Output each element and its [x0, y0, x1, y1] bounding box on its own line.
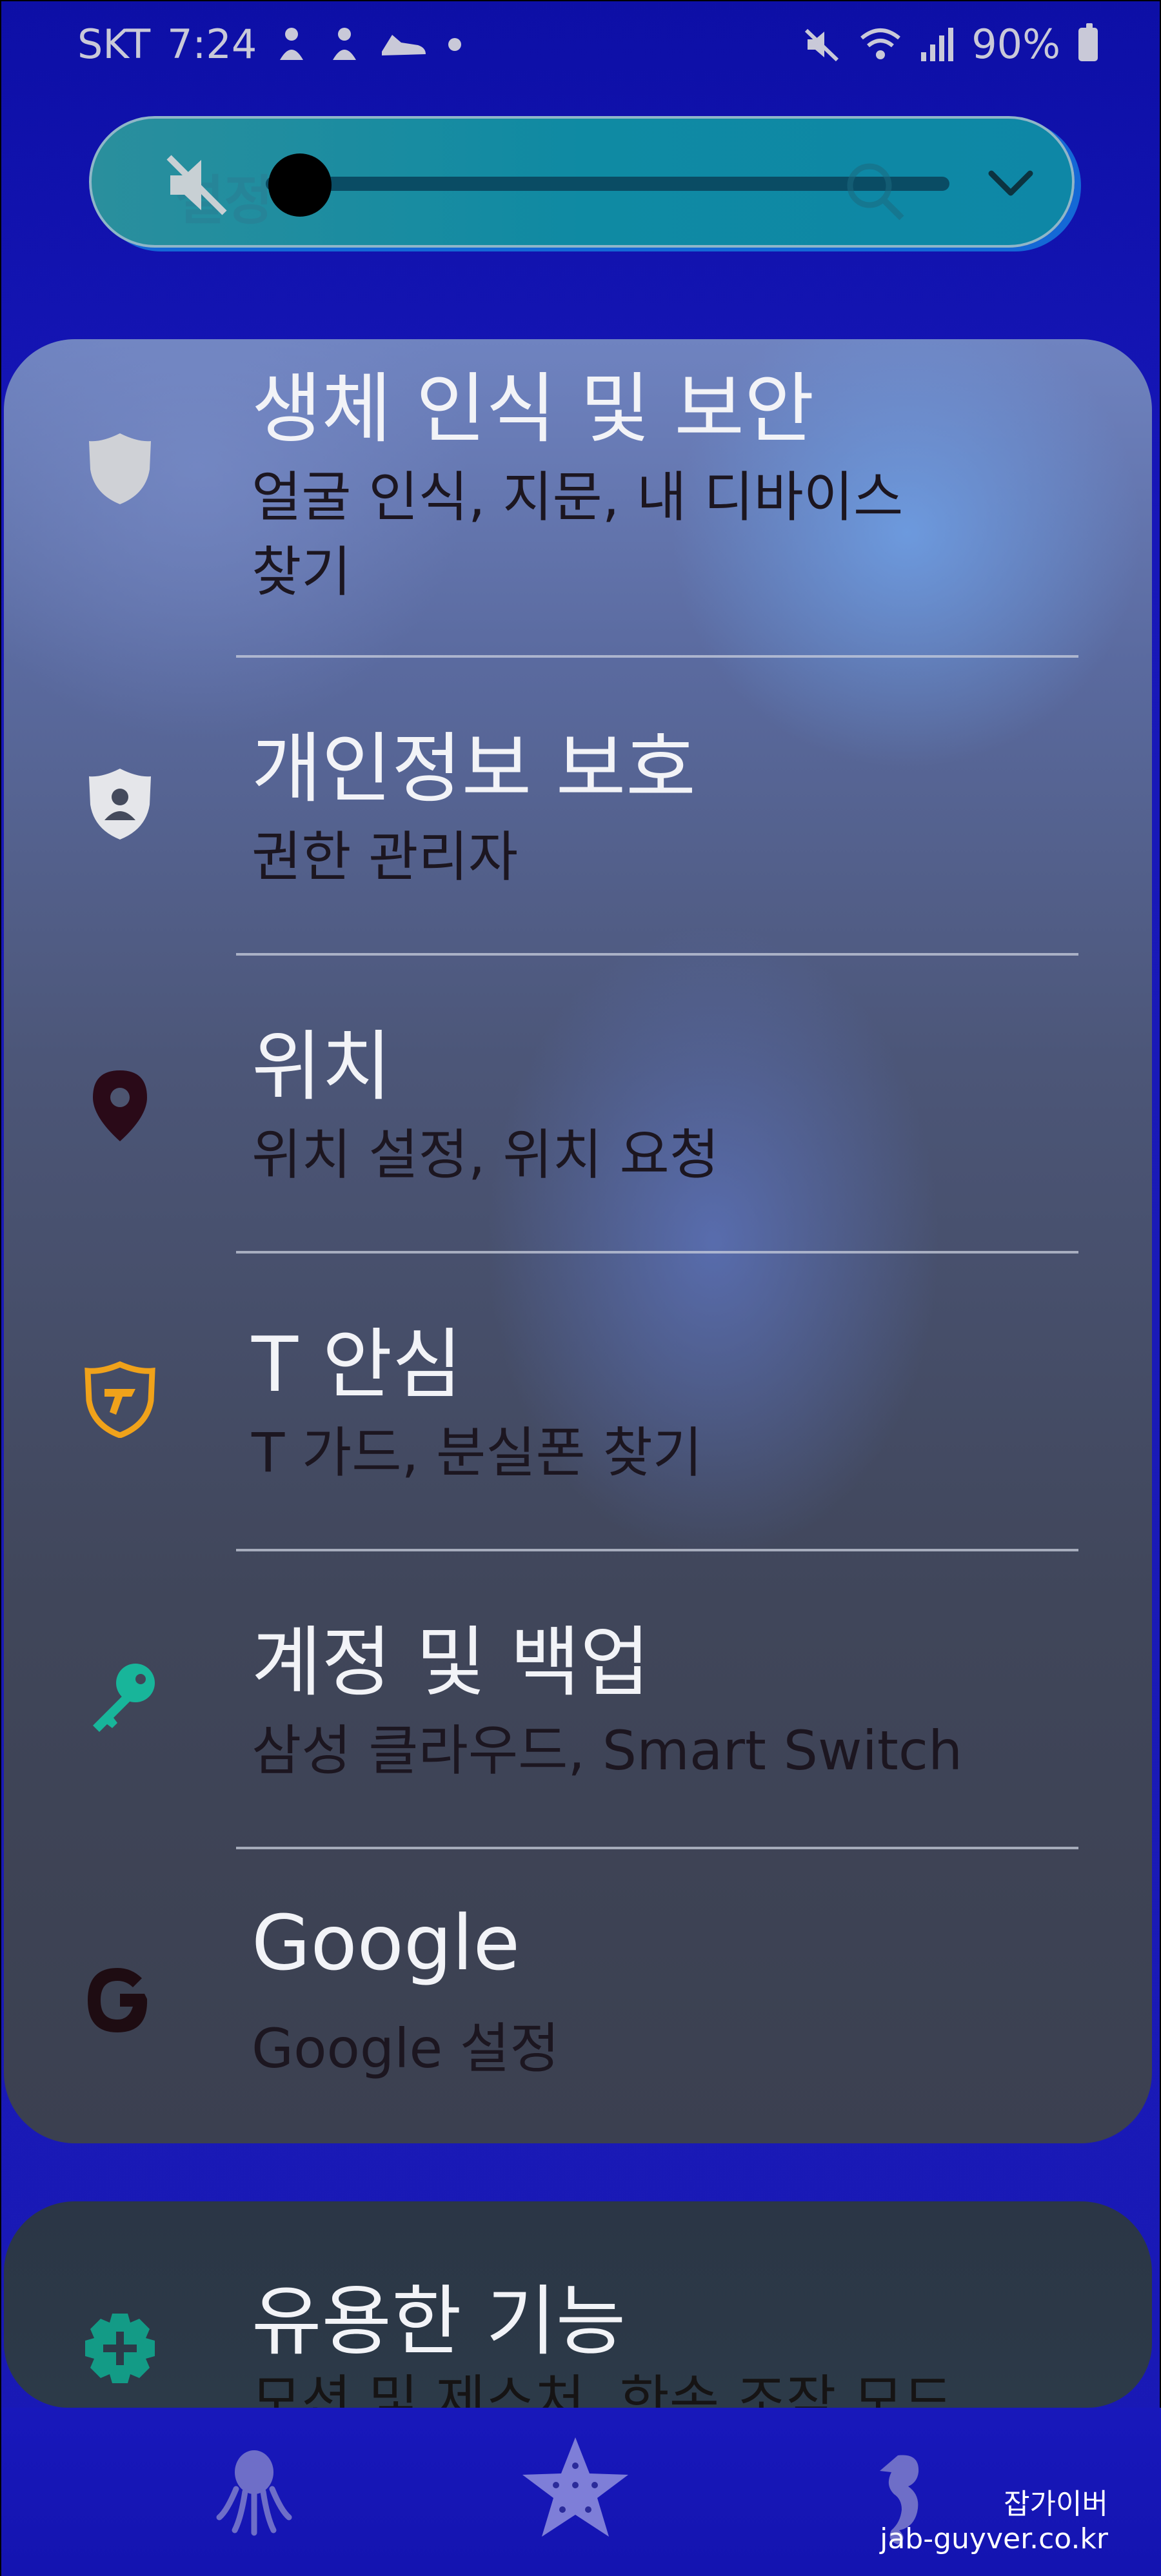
time-label: 7:24 [167, 21, 257, 68]
google-icon [88, 1968, 148, 2032]
character-icon [280, 27, 304, 60]
item-subtitle: 삼성 클라우드, Smart Switch [252, 1719, 963, 1782]
dot-icon [448, 37, 462, 51]
character-icon [333, 27, 357, 60]
mute-icon [805, 28, 839, 61]
item-subtitle-continued: 찾기 [252, 540, 352, 604]
item-title: 위치 [252, 1022, 392, 1111]
settings-item-privacy[interactable]: 개인정보 보호 권한 관리자 [4, 658, 1152, 956]
settings-card-advanced: 유용한 기능 모션 및 제스처, 한손 조작 모드 [4, 2201, 1152, 2408]
location-pin-icon [93, 1070, 147, 1141]
volume-slider-thumb[interactable] [268, 153, 332, 217]
wifi-icon [860, 28, 901, 59]
shoe-icon [382, 34, 426, 55]
item-subtitle: 위치 설정, 위치 요청 [252, 1123, 720, 1186]
watermark-url: jab-guyver.co.kr [880, 2522, 1108, 2555]
status-right: 90% [802, 21, 1098, 68]
settings-item-advanced-features[interactable]: 유용한 기능 모션 및 제스처, 한손 조작 모드 [4, 2201, 1152, 2408]
shield-icon [89, 433, 151, 504]
watermark: 잡가이버 jab-guyver.co.kr [880, 2487, 1108, 2557]
item-title: T 안심 [252, 1320, 462, 1409]
item-subtitle: 얼굴 인식, 지문, 내 디바이스 [252, 466, 904, 529]
octopus-icon [216, 2450, 292, 2536]
item-subtitle: Google 설정 [252, 2017, 560, 2080]
privacy-shield-icon [89, 769, 151, 840]
settings-item-t-ansim[interactable]: T 안심 T 가드, 분실폰 찾기 [4, 1254, 1152, 1551]
carrier-label: SKT [77, 21, 151, 68]
settings-item-biometrics[interactable]: 생체 인식 및 보안 얼굴 인식, 지문, 내 디바이스 찾기 [4, 339, 1152, 658]
signal-icon [921, 27, 954, 61]
settings-item-location[interactable]: 위치 위치 설정, 위치 요청 [4, 956, 1152, 1254]
key-icon [93, 1664, 155, 1732]
item-title: 계정 및 백업 [252, 1618, 650, 1707]
item-title: 생체 인식 및 보안 [252, 364, 815, 453]
t-guard-icon [84, 1361, 155, 1438]
search-icon [847, 163, 904, 221]
mute-icon[interactable] [161, 150, 232, 221]
volume-panel[interactable]: 설정 [89, 116, 1075, 248]
battery-icon [1078, 23, 1098, 61]
settings-item-google[interactable]: Google Google 설정 [4, 1849, 1152, 2143]
plus-gear-icon [85, 2314, 155, 2383]
starfish-icon [522, 2437, 628, 2537]
item-subtitle: 권한 관리자 [252, 825, 519, 889]
item-subtitle: T 가드, 분실폰 찾기 [252, 1421, 703, 1484]
item-title: 개인정보 보호 [252, 724, 696, 813]
status-bar: SKT 7:24 90% [1, 1, 1161, 92]
watermark-name: 잡가이버 [1004, 2488, 1108, 2521]
chevron-down-icon[interactable] [972, 144, 1049, 222]
item-title: Google [252, 1898, 521, 1987]
item-title: 유용한 기능 [252, 2277, 626, 2366]
item-subtitle: 모션 및 제스처, 한손 조작 모드 [252, 2369, 953, 2408]
settings-item-accounts[interactable]: 계정 및 백업 삼성 클라우드, Smart Switch [4, 1551, 1152, 1849]
shield-shape [89, 433, 151, 504]
status-left: SKT 7:24 [77, 21, 464, 68]
battery-label: 90% [971, 21, 1060, 68]
settings-card: 생체 인식 및 보안 얼굴 인식, 지문, 내 디바이스 찾기 개인정보 보호 … [4, 339, 1152, 2143]
